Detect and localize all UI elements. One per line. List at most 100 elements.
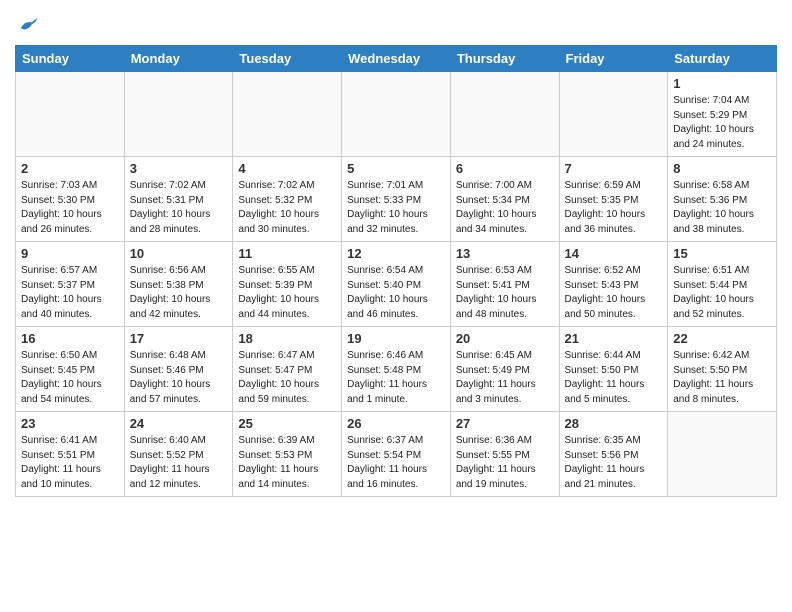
day-number: 27 — [456, 416, 554, 431]
page: SundayMondayTuesdayWednesdayThursdayFrid… — [0, 0, 792, 512]
day-number: 14 — [565, 246, 663, 261]
calendar-cell — [450, 72, 559, 157]
day-number: 28 — [565, 416, 663, 431]
calendar-cell: 14 Sunrise: 6:52 AMSunset: 5:43 PMDayligh… — [559, 242, 668, 327]
calendar-week-5: 23 Sunrise: 6:41 AMSunset: 5:51 PMDayligh… — [16, 412, 777, 497]
calendar-header-row: SundayMondayTuesdayWednesdayThursdayFrid… — [16, 46, 777, 72]
day-info: Sunrise: 6:59 AMSunset: 5:35 PMDaylight:… — [565, 179, 663, 237]
calendar-cell: 21 Sunrise: 6:44 AMSunset: 5:50 PMDayligh… — [559, 327, 668, 412]
day-number: 17 — [130, 331, 228, 346]
calendar-cell: 16 Sunrise: 6:50 AMSunset: 5:45 PMDayligh… — [16, 327, 125, 412]
calendar-table: SundayMondayTuesdayWednesdayThursdayFrid… — [15, 45, 777, 497]
day-number: 12 — [347, 246, 445, 261]
day-info: Sunrise: 6:56 AMSunset: 5:38 PMDaylight:… — [130, 264, 228, 322]
calendar-week-1: 1 Sunrise: 7:04 AMSunset: 5:29 PMDaylight… — [16, 72, 777, 157]
day-info: Sunrise: 7:01 AMSunset: 5:33 PMDaylight:… — [347, 179, 445, 237]
weekday-header-monday: Monday — [124, 46, 233, 72]
day-info: Sunrise: 6:44 AMSunset: 5:50 PMDaylight:… — [565, 349, 663, 407]
day-info: Sunrise: 6:45 AMSunset: 5:49 PMDaylight:… — [456, 349, 554, 407]
day-info: Sunrise: 7:03 AMSunset: 5:30 PMDaylight:… — [21, 179, 119, 237]
day-number: 21 — [565, 331, 663, 346]
calendar-cell: 24Sunrise: 6:40 AMSunset: 5:52 PMDayligh… — [124, 412, 233, 497]
day-number: 6 — [456, 161, 554, 176]
day-info: Sunrise: 6:42 AMSunset: 5:50 PMDaylight:… — [673, 349, 771, 407]
day-number: 2 — [21, 161, 119, 176]
calendar-cell: 5 Sunrise: 7:01 AMSunset: 5:33 PMDaylight… — [342, 157, 451, 242]
day-info: Sunrise: 6:57 AMSunset: 5:37 PMDaylight:… — [21, 264, 119, 322]
day-number: 5 — [347, 161, 445, 176]
day-number: 25 — [238, 416, 336, 431]
calendar-cell — [124, 72, 233, 157]
day-number: 8 — [673, 161, 771, 176]
calendar-cell: 8 Sunrise: 6:58 AMSunset: 5:36 PMDaylight… — [668, 157, 777, 242]
calendar-cell: 4 Sunrise: 7:02 AMSunset: 5:32 PMDaylight… — [233, 157, 342, 242]
day-info: Sunrise: 6:55 AMSunset: 5:39 PMDaylight:… — [238, 264, 336, 322]
weekday-header-thursday: Thursday — [450, 46, 559, 72]
day-number: 4 — [238, 161, 336, 176]
calendar-week-2: 2 Sunrise: 7:03 AMSunset: 5:30 PMDaylight… — [16, 157, 777, 242]
logo-bird-icon — [17, 15, 39, 37]
day-number: 7 — [565, 161, 663, 176]
calendar-cell: 28 Sunrise: 6:35 AMSunset: 5:56 PMDayligh… — [559, 412, 668, 497]
day-number: 9 — [21, 246, 119, 261]
day-info: Sunrise: 6:36 AMSunset: 5:55 PMDaylight:… — [456, 434, 554, 492]
day-number: 1 — [673, 76, 771, 91]
day-number: 15 — [673, 246, 771, 261]
calendar-cell: 2 Sunrise: 7:03 AMSunset: 5:30 PMDaylight… — [16, 157, 125, 242]
weekday-header-sunday: Sunday — [16, 46, 125, 72]
calendar-cell: 7 Sunrise: 6:59 AMSunset: 5:35 PMDaylight… — [559, 157, 668, 242]
day-number: 19 — [347, 331, 445, 346]
day-info: Sunrise: 6:50 AMSunset: 5:45 PMDaylight:… — [21, 349, 119, 407]
day-info: Sunrise: 7:04 AMSunset: 5:29 PMDaylight:… — [673, 94, 771, 152]
calendar-cell: 23 Sunrise: 6:41 AMSunset: 5:51 PMDayligh… — [16, 412, 125, 497]
calendar-cell — [342, 72, 451, 157]
calendar-cell: 15 Sunrise: 6:51 AMSunset: 5:44 PMDayligh… — [668, 242, 777, 327]
day-info: Sunrise: 6:37 AMSunset: 5:54 PMDaylight:… — [347, 434, 445, 492]
day-number: 20 — [456, 331, 554, 346]
day-number: 11 — [238, 246, 336, 261]
calendar-cell: 27 Sunrise: 6:36 AMSunset: 5:55 PMDayligh… — [450, 412, 559, 497]
calendar-cell — [668, 412, 777, 497]
calendar-cell: 18 Sunrise: 6:47 AMSunset: 5:47 PMDayligh… — [233, 327, 342, 412]
day-info: Sunrise: 6:35 AMSunset: 5:56 PMDaylight:… — [565, 434, 663, 492]
day-info: Sunrise: 7:02 AMSunset: 5:32 PMDaylight:… — [238, 179, 336, 237]
calendar-cell: 10 Sunrise: 6:56 AMSunset: 5:38 PMDayligh… — [124, 242, 233, 327]
day-info: Sunrise: 6:52 AMSunset: 5:43 PMDaylight:… — [565, 264, 663, 322]
calendar-cell: 22Sunrise: 6:42 AMSunset: 5:50 PMDayligh… — [668, 327, 777, 412]
day-info: Sunrise: 6:39 AMSunset: 5:53 PMDaylight:… — [238, 434, 336, 492]
weekday-header-friday: Friday — [559, 46, 668, 72]
weekday-header-wednesday: Wednesday — [342, 46, 451, 72]
calendar-cell — [233, 72, 342, 157]
day-number: 26 — [347, 416, 445, 431]
day-info: Sunrise: 6:54 AMSunset: 5:40 PMDaylight:… — [347, 264, 445, 322]
calendar-cell: 12 Sunrise: 6:54 AMSunset: 5:40 PMDayligh… — [342, 242, 451, 327]
calendar-cell: 19 Sunrise: 6:46 AMSunset: 5:48 PMDayligh… — [342, 327, 451, 412]
day-number: 13 — [456, 246, 554, 261]
day-info: Sunrise: 6:53 AMSunset: 5:41 PMDaylight:… — [456, 264, 554, 322]
calendar-cell: 1 Sunrise: 7:04 AMSunset: 5:29 PMDaylight… — [668, 72, 777, 157]
day-number: 10 — [130, 246, 228, 261]
day-number: 18 — [238, 331, 336, 346]
calendar-cell: 13 Sunrise: 6:53 AMSunset: 5:41 PMDayligh… — [450, 242, 559, 327]
calendar-cell: 26 Sunrise: 6:37 AMSunset: 5:54 PMDayligh… — [342, 412, 451, 497]
day-info: Sunrise: 6:58 AMSunset: 5:36 PMDaylight:… — [673, 179, 771, 237]
day-number: 23 — [21, 416, 119, 431]
calendar-cell — [16, 72, 125, 157]
day-info: Sunrise: 6:46 AMSunset: 5:48 PMDaylight:… — [347, 349, 445, 407]
day-number: 24 — [130, 416, 228, 431]
day-info: Sunrise: 6:47 AMSunset: 5:47 PMDaylight:… — [238, 349, 336, 407]
calendar-cell — [559, 72, 668, 157]
day-number: 16 — [21, 331, 119, 346]
weekday-header-saturday: Saturday — [668, 46, 777, 72]
day-number: 3 — [130, 161, 228, 176]
day-info: Sunrise: 6:41 AMSunset: 5:51 PMDaylight:… — [21, 434, 119, 492]
day-info: Sunrise: 6:48 AMSunset: 5:46 PMDaylight:… — [130, 349, 228, 407]
calendar-cell: 9 Sunrise: 6:57 AMSunset: 5:37 PMDaylight… — [16, 242, 125, 327]
calendar-cell: 11 Sunrise: 6:55 AMSunset: 5:39 PMDayligh… — [233, 242, 342, 327]
day-info: Sunrise: 7:00 AMSunset: 5:34 PMDaylight:… — [456, 179, 554, 237]
calendar-cell: 17 Sunrise: 6:48 AMSunset: 5:46 PMDayligh… — [124, 327, 233, 412]
calendar-week-3: 9 Sunrise: 6:57 AMSunset: 5:37 PMDaylight… — [16, 242, 777, 327]
logo — [15, 15, 39, 37]
day-info: Sunrise: 6:51 AMSunset: 5:44 PMDaylight:… — [673, 264, 771, 322]
calendar-cell: 3Sunrise: 7:02 AMSunset: 5:31 PMDaylight… — [124, 157, 233, 242]
